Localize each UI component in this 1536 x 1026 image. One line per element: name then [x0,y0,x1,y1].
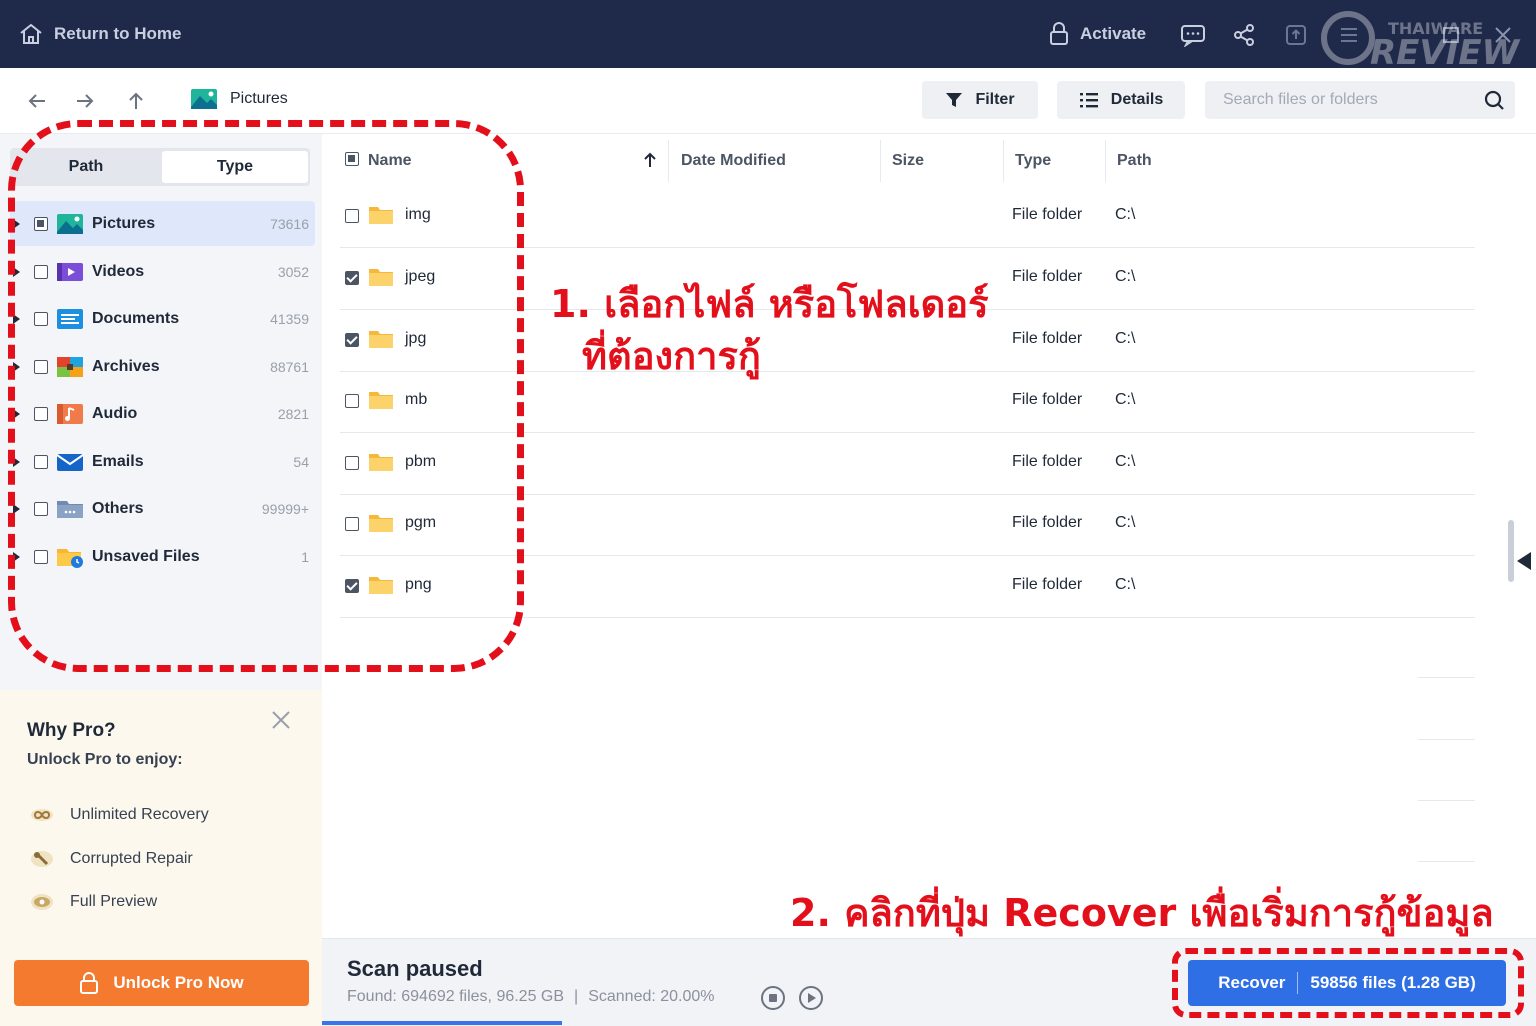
file-type: File folder [1012,453,1083,470]
annotation-step-1: 1. เลือกไฟล์ หรือโฟลเดอร์ ที่ต้องการกู้ [550,278,989,382]
scan-status-title: Scan paused [347,956,483,981]
scan-progress-bar [322,1021,562,1025]
share-icon[interactable] [1231,22,1257,48]
scanned-progress: Scanned: 20.00% [588,988,715,1005]
filter-label: Filter [975,91,1015,108]
search-icon[interactable] [1483,89,1505,111]
list-view-icon [1079,93,1098,108]
svg-text:REVIEW: REVIEW [1370,33,1521,66]
pictures-icon [191,89,217,109]
file-path: C:\ [1115,391,1136,408]
return-home-button[interactable]: Return to Home [18,22,182,46]
activate-label: Activate [1080,24,1147,43]
column-divider[interactable] [1105,140,1106,182]
scrollbar[interactable] [1508,520,1514,582]
activate-button[interactable]: Activate [1048,22,1146,46]
file-path: C:\ [1115,206,1136,223]
file-type: File folder [1012,206,1083,223]
preview-panel-toggle-icon[interactable] [1517,552,1531,570]
search-box [1205,81,1515,119]
annotation-step-2: 2. คลิกที่ปุ่ม Recover เพื่อเริ่มการกู้ข… [790,891,1494,935]
pro-subtitle: Unlock Pro to enjoy: [27,751,183,768]
found-count: Found: 694692 files, 96.25 GB [347,988,565,1005]
pro-feature-item: Corrupted Repair [30,850,193,868]
stop-scan-icon[interactable] [760,985,786,1011]
column-divider[interactable] [668,140,669,182]
infinity-icon [31,809,53,821]
row-divider [1418,800,1475,801]
pro-feature-label: Unlimited Recovery [70,806,209,823]
pro-feature-item: Unlimited Recovery [30,806,209,824]
column-divider[interactable] [1003,140,1004,182]
unlock-pro-label: Unlock Pro Now [113,973,244,992]
wrench-icon [31,851,53,867]
file-type: File folder [1012,391,1083,408]
pro-feature-label: Full Preview [70,893,158,910]
resume-scan-icon[interactable] [798,985,824,1011]
filter-icon [946,93,963,107]
file-path: C:\ [1115,453,1136,470]
pro-feature-label: Corrupted Repair [70,850,193,867]
watermark-logo: THAIWARE REVIEW [1321,11,1521,66]
return-home-label: Return to Home [54,24,182,43]
up-arrow-icon[interactable] [123,88,149,114]
pro-feature-item: Full Preview [30,893,157,911]
details-label: Details [1110,91,1164,108]
file-path: C:\ [1115,330,1136,347]
annotation-step-1-line-2: ที่ต้องการกู้ [582,334,761,378]
row-divider [1418,739,1475,740]
file-type: File folder [1012,330,1083,347]
row-divider [1418,677,1475,678]
annotation-highlight-selection [8,120,524,672]
upload-icon[interactable] [1283,22,1309,48]
file-path: C:\ [1115,576,1136,593]
file-type: File folder [1012,576,1083,593]
file-path: C:\ [1115,514,1136,531]
details-button[interactable]: Details [1057,81,1185,119]
column-divider[interactable] [880,140,881,182]
pro-title: Why Pro? [27,720,116,741]
column-header-type[interactable]: Type [1015,152,1051,170]
row-divider [1418,861,1475,862]
scan-stats: Found: 694692 files, 96.25 GB | Scanned:… [347,988,715,1006]
unlock-pro-button[interactable]: Unlock Pro Now [14,960,309,1006]
column-header-size[interactable]: Size [892,152,924,170]
eye-icon [31,894,53,910]
filter-button[interactable]: Filter [922,81,1038,119]
sort-ascending-icon[interactable] [642,151,658,169]
back-arrow-icon[interactable] [24,88,50,114]
annotation-step-1-line-1: 1. เลือกไฟล์ หรือโฟลเดอร์ [550,282,989,326]
stats-divider: | [574,988,579,1005]
column-header-date-modified[interactable]: Date Modified [681,152,786,170]
breadcrumb[interactable]: Pictures [190,88,288,110]
breadcrumb-label: Pictures [230,90,288,107]
home-icon [20,23,42,44]
file-type: File folder [1012,514,1083,531]
feedback-icon[interactable] [1180,22,1206,48]
file-path: C:\ [1115,268,1136,285]
annotation-highlight-recover [1172,948,1524,1018]
forward-arrow-icon[interactable] [72,88,98,114]
column-header-path[interactable]: Path [1117,152,1152,170]
lock-icon [1050,22,1068,45]
search-input[interactable] [1205,81,1475,119]
lock-icon [80,972,99,994]
file-type: File folder [1012,268,1083,285]
close-icon[interactable] [270,709,292,731]
